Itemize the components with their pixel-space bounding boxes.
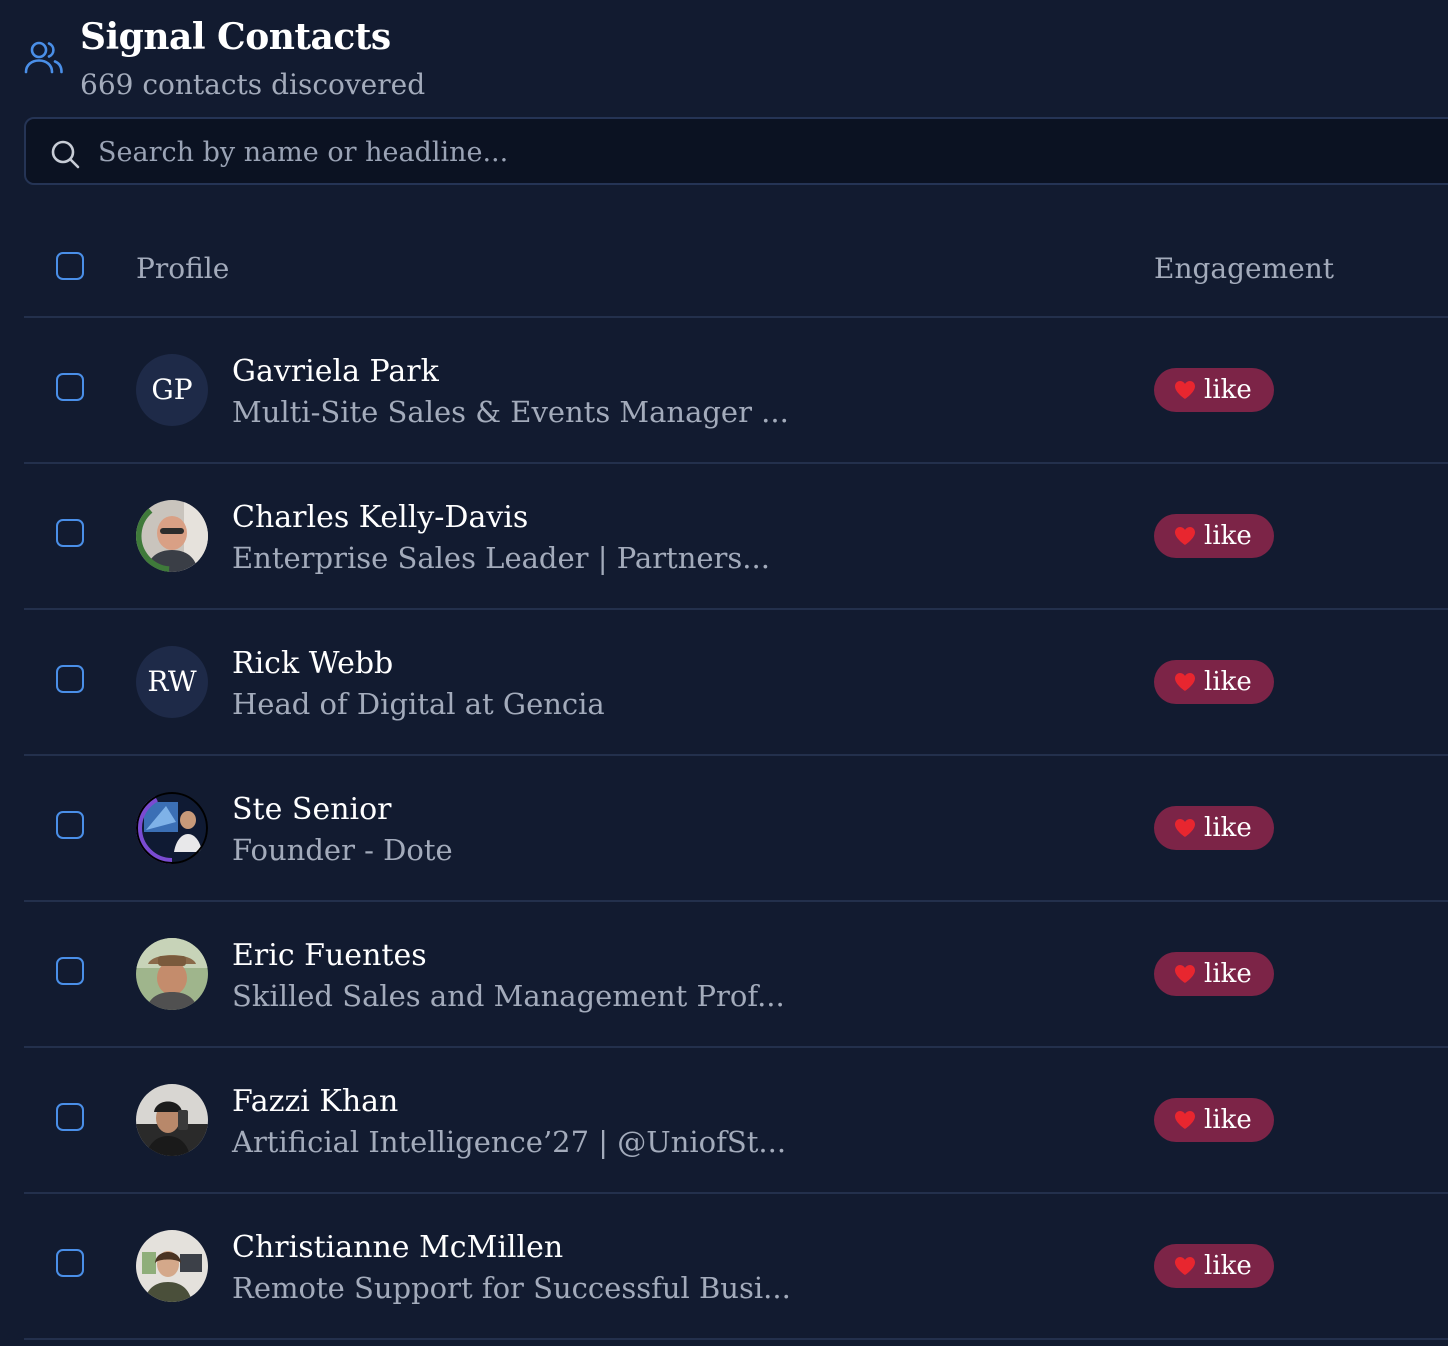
engagement-label: like	[1204, 813, 1252, 843]
row-checkbox[interactable]	[56, 665, 84, 693]
select-all-checkbox[interactable]	[56, 252, 84, 280]
contact-name[interactable]: Fazzi Khan	[232, 1082, 398, 1122]
avatar	[136, 1084, 208, 1156]
contact-headline: Founder - Dote	[232, 833, 453, 867]
engagement-label: like	[1204, 667, 1252, 697]
avatar	[136, 1230, 208, 1302]
avatar	[136, 500, 208, 572]
table-row[interactable]: Fazzi Khan Artificial Intelligence’27 | …	[24, 1048, 1448, 1194]
search-input[interactable]	[98, 129, 1298, 175]
heart-icon	[1175, 381, 1195, 399]
contacts-count: 669 contacts discovered	[80, 68, 426, 101]
page-header: Signal Contacts 669 contacts discovered	[24, 14, 1424, 106]
signal-contacts-page: Signal Contacts 669 contacts discovered …	[0, 0, 1448, 1346]
avatar	[136, 938, 208, 1010]
column-header-engagement: Engagement	[1154, 252, 1334, 285]
contact-headline: Head of Digital at Gencia	[232, 687, 605, 721]
row-checkbox[interactable]	[56, 519, 84, 547]
avatar: GP	[136, 354, 208, 426]
heart-icon	[1175, 1257, 1195, 1275]
engagement-label: like	[1204, 375, 1252, 405]
row-checkbox[interactable]	[56, 811, 84, 839]
page-title: Signal Contacts	[80, 16, 391, 58]
contact-headline: Remote Support for Successful Busi...	[232, 1271, 791, 1305]
table-row[interactable]: RW Rick Webb Head of Digital at Gencia l…	[24, 610, 1448, 756]
table-row[interactable]: Ste Senior Founder - Dote like	[24, 756, 1448, 902]
engagement-badge[interactable]: like	[1154, 952, 1274, 996]
row-checkbox[interactable]	[56, 1249, 84, 1277]
contact-name[interactable]: Charles Kelly-Davis	[232, 498, 528, 538]
engagement-badge[interactable]: like	[1154, 806, 1274, 850]
engagement-label: like	[1204, 959, 1252, 989]
engagement-label: like	[1204, 521, 1252, 551]
engagement-badge[interactable]: like	[1154, 660, 1274, 704]
users-icon	[24, 41, 63, 74]
search-icon	[51, 140, 80, 169]
heart-icon	[1175, 965, 1195, 983]
table-header: Profile Engagement	[24, 218, 1448, 318]
avatar: RW	[136, 646, 208, 718]
table-row[interactable]: Christianne McMillen Remote Support for …	[24, 1194, 1448, 1340]
contacts-table: Profile Engagement GP Gavriela Park Mult…	[24, 218, 1448, 1340]
contact-headline: Skilled Sales and Management Prof...	[232, 979, 785, 1013]
engagement-badge[interactable]: like	[1154, 1244, 1274, 1288]
row-checkbox[interactable]	[56, 957, 84, 985]
table-row[interactable]: GP Gavriela Park Multi-Site Sales & Even…	[24, 318, 1448, 464]
engagement-badge[interactable]: like	[1154, 368, 1274, 412]
contact-headline: Enterprise Sales Leader | Partners...	[232, 541, 770, 575]
row-checkbox[interactable]	[56, 373, 84, 401]
engagement-label: like	[1204, 1105, 1252, 1135]
heart-icon	[1175, 673, 1195, 691]
engagement-label: like	[1204, 1251, 1252, 1281]
heart-icon	[1175, 819, 1195, 837]
heart-icon	[1175, 527, 1195, 545]
contact-name[interactable]: Christianne McMillen	[232, 1228, 563, 1268]
heart-icon	[1175, 1111, 1195, 1129]
engagement-badge[interactable]: like	[1154, 514, 1274, 558]
engagement-badge[interactable]: like	[1154, 1098, 1274, 1142]
contact-name[interactable]: Eric Fuentes	[232, 936, 427, 976]
contact-headline: Artificial Intelligence’27 | @UniofSt...	[232, 1125, 787, 1159]
column-header-profile: Profile	[136, 252, 230, 285]
contact-name[interactable]: Ste Senior	[232, 790, 392, 830]
row-checkbox[interactable]	[56, 1103, 84, 1131]
contact-headline: Multi-Site Sales & Events Manager ...	[232, 395, 789, 429]
table-row[interactable]: Eric Fuentes Skilled Sales and Managemen…	[24, 902, 1448, 1048]
contact-name[interactable]: Gavriela Park	[232, 352, 439, 392]
table-row[interactable]: Charles Kelly-Davis Enterprise Sales Lea…	[24, 464, 1448, 610]
contact-name[interactable]: Rick Webb	[232, 644, 393, 684]
search-box	[24, 117, 1448, 185]
avatar	[136, 792, 208, 864]
